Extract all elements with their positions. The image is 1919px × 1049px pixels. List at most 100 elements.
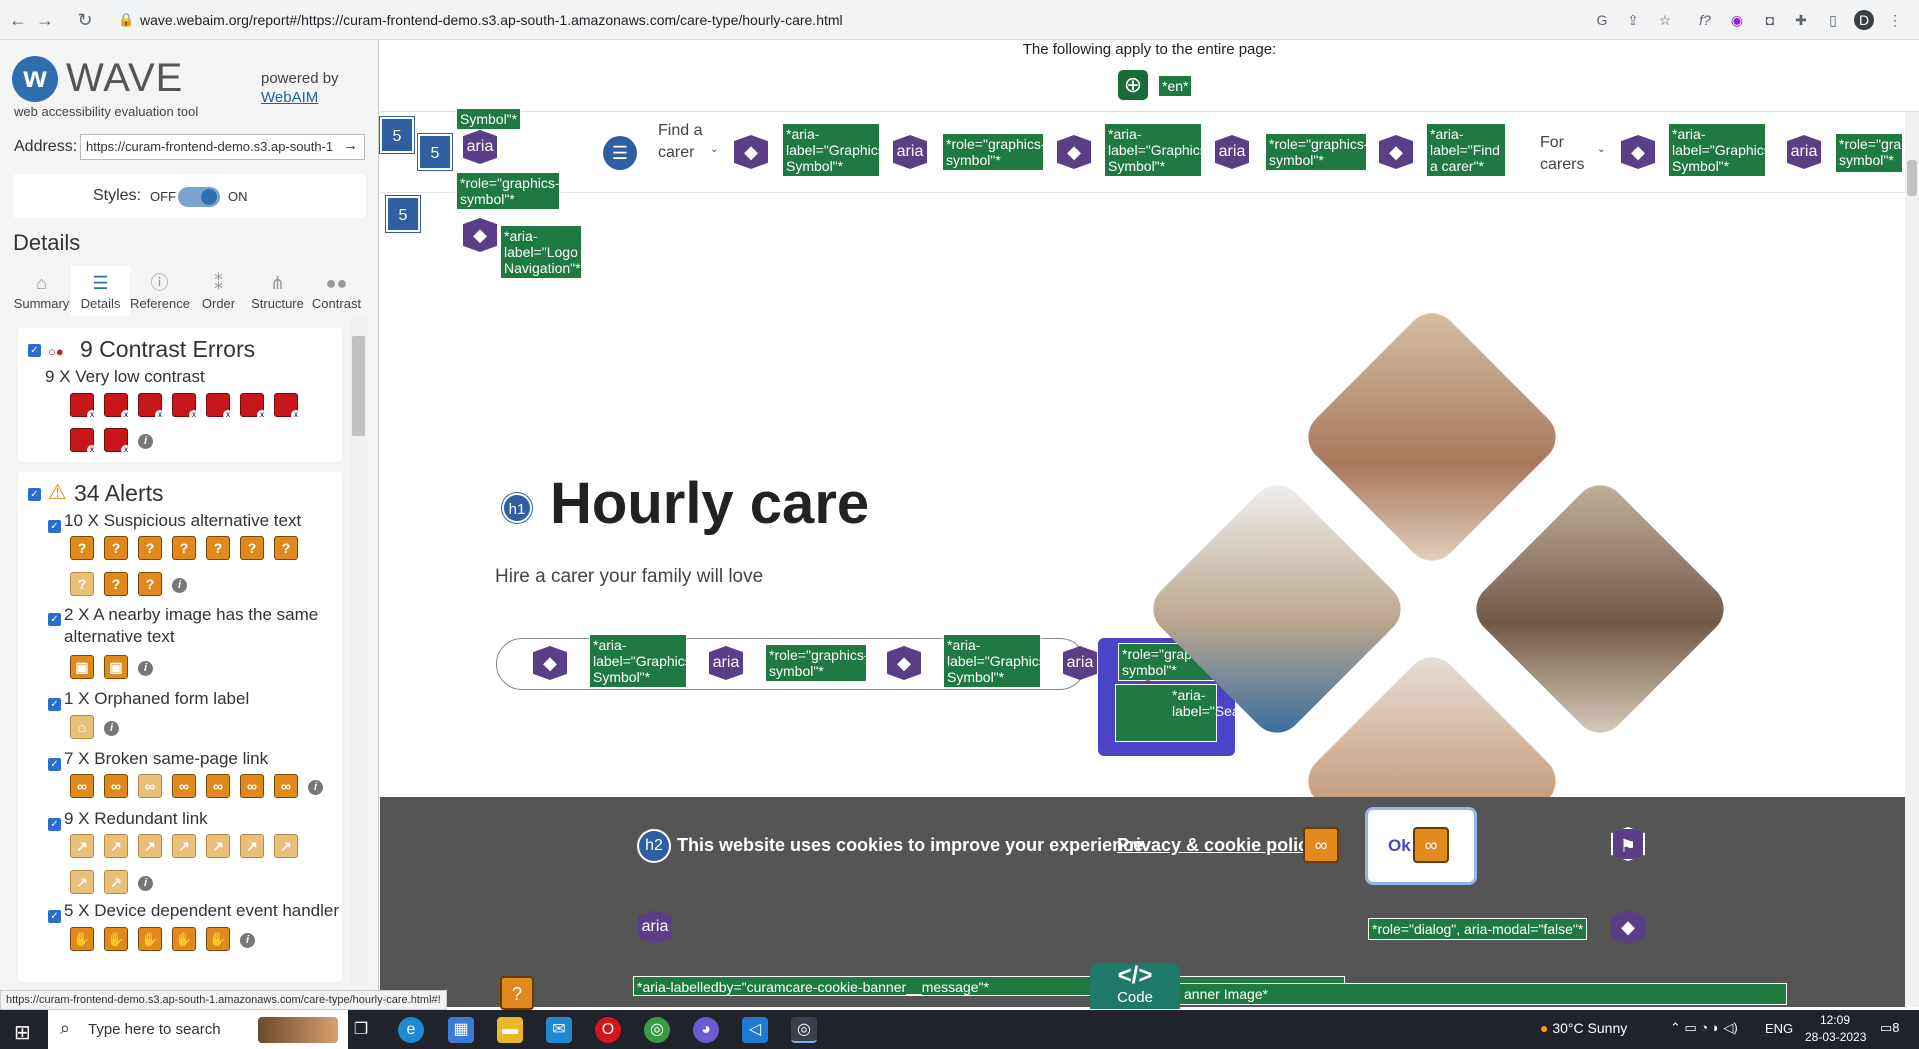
list-icon[interactable]: ☰: [603, 136, 637, 170]
aria-icon[interactable]: aria: [638, 910, 672, 944]
windows-start-icon[interactable]: ⊞: [14, 1020, 31, 1045]
aria-tag-icon[interactable]: ◆: [1379, 135, 1413, 169]
store-icon[interactable]: ▦: [448, 1017, 474, 1043]
side-panel-icon[interactable]: ▯: [1823, 10, 1843, 30]
aria-tag-icon[interactable]: ◆: [463, 218, 497, 252]
github-icon[interactable]: ◕: [693, 1017, 719, 1043]
extension-purple-icon[interactable]: ◉: [1727, 10, 1747, 30]
html5-icon[interactable]: 5: [386, 196, 420, 232]
broken-link-icon[interactable]: ∞: [206, 774, 230, 798]
aria-icon[interactable]: aria: [709, 646, 743, 680]
bookmark-star-icon[interactable]: ☆: [1655, 10, 1675, 30]
contrast-error-icon[interactable]: [206, 393, 233, 420]
address-input[interactable]: https://curam-frontend-demo.s3.ap-south-…: [80, 134, 365, 160]
reload-icon[interactable]: ↻: [74, 9, 96, 31]
suspicious-alt-icon[interactable]: ?: [240, 536, 264, 560]
suspicious-alt-icon[interactable]: ?: [70, 572, 94, 596]
broken-link-icon[interactable]: ∞: [240, 774, 264, 798]
edge-icon[interactable]: e: [398, 1017, 424, 1043]
aria-tag-icon[interactable]: ◆: [1621, 135, 1655, 169]
forward-icon[interactable]: →: [34, 9, 56, 31]
redundant-link-icon[interactable]: ↗: [104, 834, 128, 858]
link-alert-icon[interactable]: ∞: [1413, 827, 1449, 863]
url-bar[interactable]: 🔒 wave.webaim.org/report#/https://curam-f…: [108, 6, 1593, 34]
alert-filter-checkbox[interactable]: ✓: [48, 698, 61, 711]
tab-contrast[interactable]: ●● Contrast: [307, 266, 366, 316]
task-view-icon[interactable]: ❐: [348, 1017, 374, 1043]
chrome-icon[interactable]: ◎: [644, 1017, 670, 1043]
extensions-puzzle-icon[interactable]: ✚: [1791, 10, 1811, 30]
device-handler-icon[interactable]: ✋: [138, 927, 162, 951]
clock-date[interactable]: 28-03-2023: [1805, 1030, 1866, 1044]
contrast-error-icon[interactable]: [70, 428, 97, 455]
alert-filter-checkbox[interactable]: ✓: [48, 818, 61, 831]
aria-tag-icon[interactable]: ◆: [1611, 910, 1645, 944]
info-icon[interactable]: i: [138, 876, 153, 891]
contrast-error-icon[interactable]: [104, 428, 131, 455]
aria-tag-icon[interactable]: ◆: [533, 646, 567, 680]
contrast-error-icon[interactable]: [104, 393, 131, 420]
same-alt-icon[interactable]: ▣: [70, 655, 94, 679]
language-indicator[interactable]: ENG: [1765, 1021, 1793, 1036]
aria-icon[interactable]: aria: [1063, 646, 1097, 680]
suspicious-alt-icon[interactable]: ?: [274, 536, 298, 560]
google-icon[interactable]: G: [1592, 10, 1612, 30]
suspicious-alt-icon[interactable]: ?: [206, 536, 230, 560]
contrast-checkbox[interactable]: ✓: [28, 344, 41, 357]
taskbar-search-placeholder[interactable]: Type here to search: [88, 1021, 221, 1038]
aria-tag-icon[interactable]: ⚑: [1611, 827, 1645, 861]
device-handler-icon[interactable]: ✋: [206, 927, 230, 951]
info-icon[interactable]: i: [240, 933, 255, 948]
notification-icon[interactable]: ▭8: [1880, 1020, 1900, 1036]
code-panel-toggle[interactable]: </> Code: [1090, 963, 1180, 1009]
suspicious-alt-icon[interactable]: ?: [138, 572, 162, 596]
nav-find-carer[interactable]: Find a carer: [658, 120, 708, 164]
link-alert-icon[interactable]: ∞: [1303, 827, 1339, 863]
extension-fx-icon[interactable]: f?: [1695, 10, 1715, 30]
tab-structure[interactable]: ⋔ Structure: [248, 266, 307, 316]
redundant-link-icon[interactable]: ↗: [172, 834, 196, 858]
page-scrollbar[interactable]: [1905, 112, 1919, 1007]
h1-badge[interactable]: h1: [502, 493, 532, 523]
sidebar-scroll-thumb[interactable]: [352, 336, 365, 436]
broken-link-icon[interactable]: ∞: [274, 774, 298, 798]
file-explorer-icon[interactable]: ▬: [497, 1017, 523, 1043]
menu-kebab-icon[interactable]: ⋮: [1885, 10, 1905, 30]
tab-order[interactable]: ⁑ Order: [189, 266, 248, 316]
profile-avatar[interactable]: D: [1854, 10, 1874, 30]
tab-reference[interactable]: ⓘ Reference: [130, 266, 190, 316]
contrast-error-icon[interactable]: [274, 393, 301, 420]
redundant-link-icon[interactable]: ↗: [104, 870, 128, 894]
aria-tag-icon[interactable]: ◆: [734, 135, 768, 169]
redundant-link-icon[interactable]: ↗: [206, 834, 230, 858]
aria-icon[interactable]: aria: [1215, 135, 1249, 169]
alert-filter-checkbox[interactable]: ✓: [48, 520, 61, 533]
alerts-checkbox[interactable]: ✓: [28, 488, 41, 501]
contrast-error-icon[interactable]: [70, 393, 97, 420]
broken-link-icon[interactable]: ∞: [104, 774, 128, 798]
redundant-link-icon[interactable]: ↗: [70, 870, 94, 894]
ok-label[interactable]: Ok: [1388, 836, 1411, 856]
privacy-policy-link[interactable]: Privacy & cookie policy: [1117, 835, 1318, 856]
alert-filter-checkbox[interactable]: ✓: [48, 613, 61, 626]
chrome-active-icon[interactable]: ◎: [791, 1017, 817, 1043]
alert-filter-checkbox[interactable]: ✓: [48, 910, 61, 923]
alert-filter-checkbox[interactable]: ✓: [48, 758, 61, 771]
aria-tag-icon[interactable]: ◆: [887, 646, 921, 680]
opera-icon[interactable]: O: [595, 1017, 621, 1043]
nav-for-carers[interactable]: For carers: [1540, 132, 1596, 176]
broken-link-icon[interactable]: ∞: [70, 774, 94, 798]
info-icon[interactable]: i: [308, 780, 323, 795]
search-highlight-icon[interactable]: [258, 1017, 338, 1043]
broken-link-icon[interactable]: ∞: [172, 774, 196, 798]
same-alt-icon[interactable]: ▣: [104, 655, 128, 679]
tab-details[interactable]: ☰ Details: [71, 266, 130, 316]
camera-icon[interactable]: ◘: [1760, 10, 1780, 30]
broken-link-icon[interactable]: ∞: [138, 774, 162, 798]
clock-time[interactable]: 12:09: [1820, 1013, 1850, 1027]
suspicious-alt-icon[interactable]: ?: [70, 536, 94, 560]
share-icon[interactable]: ⇪: [1623, 10, 1643, 30]
info-icon[interactable]: i: [138, 661, 153, 676]
weather-widget[interactable]: ● 30°C Sunny: [1540, 1020, 1627, 1036]
aria-icon[interactable]: aria: [893, 135, 927, 169]
